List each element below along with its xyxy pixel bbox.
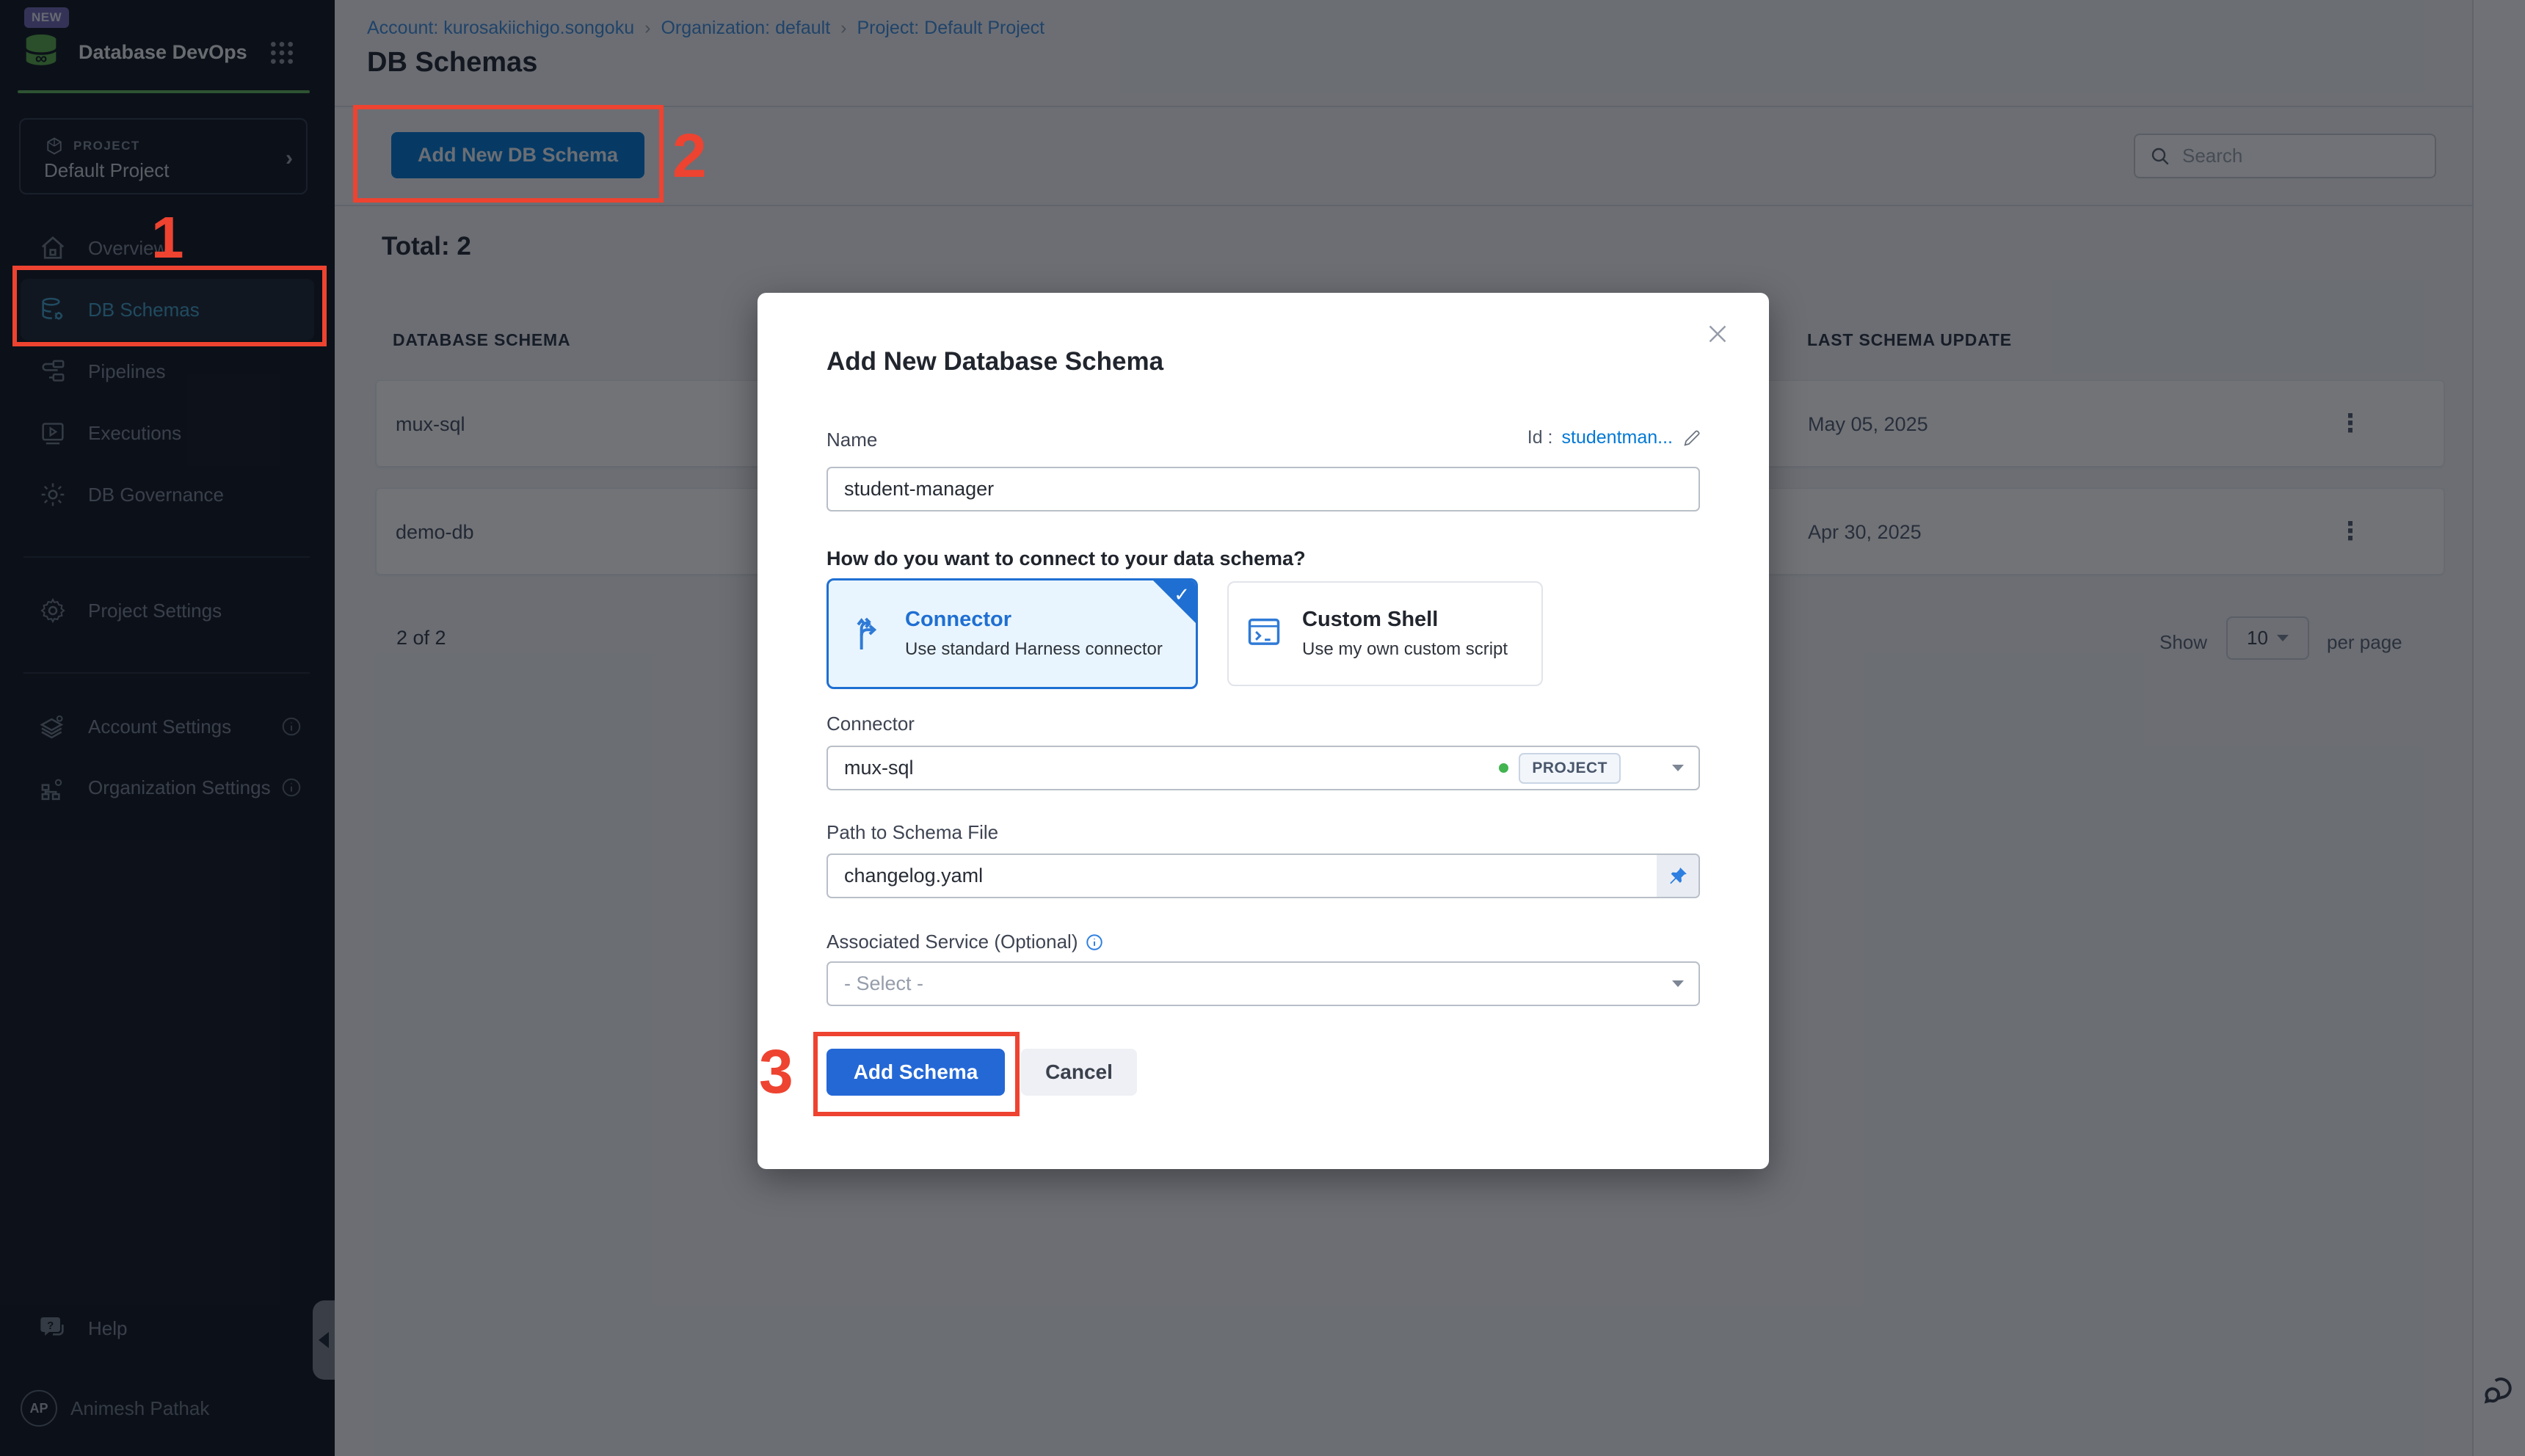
service-select-value[interactable]: [844, 972, 1672, 995]
annotation-box-3: [813, 1032, 1020, 1116]
modal-title: Add New Database Schema: [826, 347, 1163, 376]
scope-badge: PROJECT: [1519, 753, 1621, 784]
annotation-number-3: 3: [759, 1036, 793, 1107]
option-connector-title: Connector: [905, 608, 1163, 632]
connect-question: How do you want to connect to your data …: [826, 547, 1306, 570]
connector-arrows-icon: [848, 614, 889, 655]
option-card-connector[interactable]: Connector Use standard Harness connector…: [826, 578, 1198, 689]
annotation-box-2: [353, 105, 664, 203]
id-value-link[interactable]: studentman...: [1562, 427, 1673, 448]
service-label-row: Associated Service (Optional): [826, 931, 1104, 953]
chevron-down-icon: [1672, 980, 1684, 987]
option-shell-title: Custom Shell: [1302, 608, 1508, 632]
service-label: Associated Service (Optional): [826, 931, 1078, 953]
name-input[interactable]: [844, 478, 1699, 500]
app-screen: NEW ∞ Database DevOps: [0, 0, 2525, 1456]
chevron-down-icon[interactable]: [1672, 765, 1684, 771]
connector-field[interactable]: PROJECT: [826, 746, 1700, 790]
name-field[interactable]: [826, 467, 1700, 512]
annotation-number-2: 2: [672, 120, 707, 192]
connector-input[interactable]: [844, 757, 1499, 779]
path-input[interactable]: [844, 864, 1657, 887]
connector-status-dot: [1499, 763, 1508, 773]
check-icon: ✓: [1174, 583, 1190, 606]
annotation-number-1: 1: [151, 204, 184, 272]
cancel-button[interactable]: Cancel: [1021, 1049, 1137, 1096]
pin-button[interactable]: [1657, 855, 1699, 897]
close-icon[interactable]: [1704, 321, 1731, 347]
path-label: Path to Schema File: [826, 821, 998, 844]
option-connector-desc: Use standard Harness connector: [905, 639, 1163, 660]
option-shell-desc: Use my own custom script: [1302, 639, 1508, 660]
annotation-box-1: [12, 266, 327, 346]
terminal-icon: [1245, 614, 1286, 655]
service-select[interactable]: [826, 961, 1700, 1006]
id-prefix: Id :: [1527, 427, 1553, 448]
info-icon[interactable]: [1085, 933, 1104, 952]
edit-pencil-icon[interactable]: [1682, 428, 1702, 448]
name-label: Name: [826, 429, 877, 451]
path-field[interactable]: [826, 853, 1700, 898]
pin-icon: [1667, 865, 1689, 887]
entity-id: Id : studentman...: [1527, 427, 1702, 448]
connector-label: Connector: [826, 713, 915, 735]
option-card-custom-shell[interactable]: Custom Shell Use my own custom script: [1227, 581, 1543, 686]
